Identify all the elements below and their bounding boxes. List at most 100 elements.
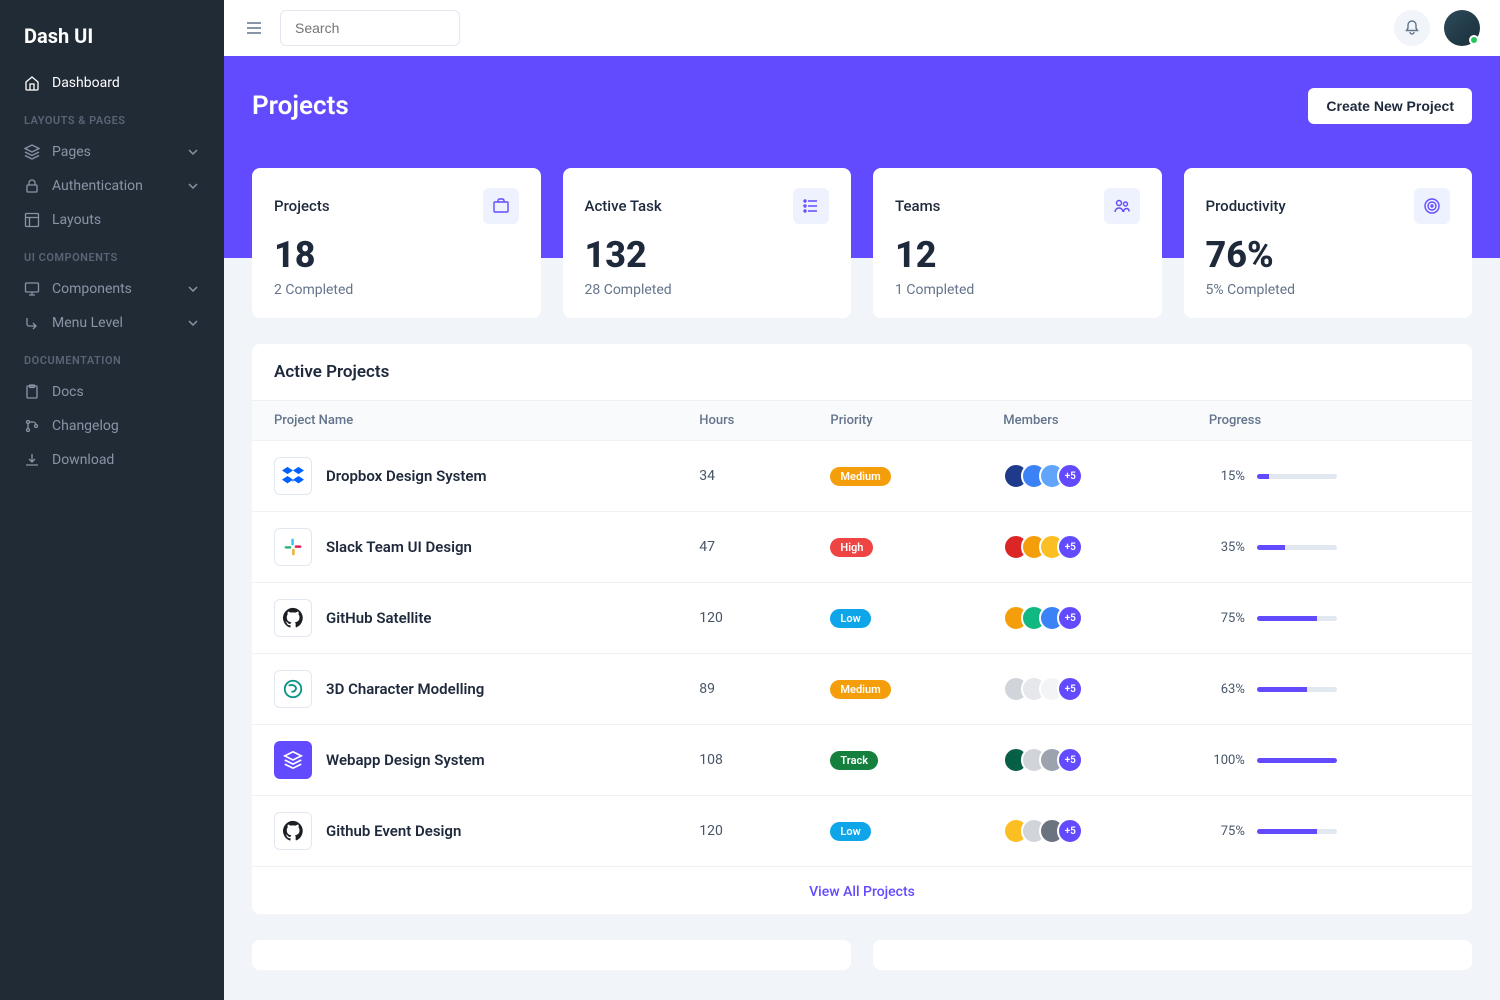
member-avatars: +5 <box>1003 747 1165 773</box>
create-project-button[interactable]: Create New Project <box>1308 88 1472 124</box>
project-hours: 47 <box>677 512 808 583</box>
git-icon <box>24 418 40 434</box>
stat-value: 18 <box>274 234 519 276</box>
stat-card: Productivity76%5% Completed <box>1184 168 1473 318</box>
more-members-badge[interactable]: +5 <box>1057 818 1083 844</box>
table-row[interactable]: Dropbox Design System34Medium+515% <box>252 441 1472 512</box>
download-icon <box>24 452 40 468</box>
view-all-projects-link[interactable]: View All Projects <box>809 884 915 900</box>
more-members-badge[interactable]: +5 <box>1057 534 1083 560</box>
project-name: GitHub Satellite <box>326 609 431 627</box>
stat-subtext: 28 Completed <box>585 282 830 298</box>
progress-percent: 100% <box>1209 753 1245 768</box>
clipboard-icon <box>24 384 40 400</box>
corner-down-icon <box>24 315 40 331</box>
project-name: Slack Team UI Design <box>326 538 472 556</box>
col-hours: Hours <box>677 401 808 441</box>
sidebar-item-label: Layouts <box>52 212 101 228</box>
progress-bar <box>1257 687 1337 692</box>
monitor-icon <box>24 281 40 297</box>
table-row[interactable]: Webapp Design System108Track+5100% <box>252 725 1472 796</box>
layers-icon <box>24 144 40 160</box>
stat-value: 12 <box>895 234 1140 276</box>
sidebar-item-docs[interactable]: Docs <box>0 375 224 409</box>
priority-badge: High <box>830 538 873 557</box>
member-avatars: +5 <box>1003 463 1165 489</box>
briefcase-icon <box>483 188 519 224</box>
stat-card: Active Task13228 Completed <box>563 168 852 318</box>
nav-section-layouts: LAYOUTS & PAGES <box>0 100 224 135</box>
table-row[interactable]: 3D Character Modelling89Medium+563% <box>252 654 1472 725</box>
progress-bar <box>1257 829 1337 834</box>
project-name: Webapp Design System <box>326 751 485 769</box>
priority-badge: Low <box>830 609 870 628</box>
more-members-badge[interactable]: +5 <box>1057 463 1083 489</box>
stat-label: Teams <box>895 197 940 215</box>
menu-toggle-icon[interactable] <box>244 18 264 38</box>
more-members-badge[interactable]: +5 <box>1057 605 1083 631</box>
member-avatars: +5 <box>1003 534 1165 560</box>
sidebar-item-download[interactable]: Download <box>0 443 224 477</box>
priority-badge: Low <box>830 822 870 841</box>
col-members: Members <box>981 401 1187 441</box>
layout-icon <box>24 212 40 228</box>
bottom-card-right <box>873 940 1472 970</box>
project-name: Dropbox Design System <box>326 467 487 485</box>
list-icon <box>793 188 829 224</box>
nav-section-docs: DOCUMENTATION <box>0 340 224 375</box>
project-hours: 34 <box>677 441 808 512</box>
member-avatars: +5 <box>1003 605 1165 631</box>
page-title: Projects <box>252 91 349 121</box>
stat-value: 132 <box>585 234 830 276</box>
stat-card: Teams 12 1 Completed <box>873 168 1162 318</box>
people-icon <box>1104 188 1140 224</box>
more-members-badge[interactable]: +5 <box>1057 676 1083 702</box>
more-members-badge[interactable]: +5 <box>1057 747 1083 773</box>
project-logo <box>274 457 312 495</box>
stat-label: Projects <box>274 197 330 215</box>
sidebar-item-dashboard[interactable]: Dashboard <box>0 66 224 100</box>
online-status-dot <box>1469 35 1479 45</box>
sidebar-item-menulevel[interactable]: Menu Level <box>0 306 224 340</box>
search-input[interactable] <box>280 10 460 46</box>
notifications-button[interactable] <box>1394 10 1430 46</box>
table-row[interactable]: GitHub Satellite120Low+575% <box>252 583 1472 654</box>
table-row[interactable]: Slack Team UI Design47High+535% <box>252 512 1472 583</box>
progress-percent: 75% <box>1209 824 1245 839</box>
priority-badge: Track <box>830 751 878 770</box>
project-logo <box>274 741 312 779</box>
project-name: Github Event Design <box>326 822 461 840</box>
project-logo <box>274 599 312 637</box>
sidebar-item-pages[interactable]: Pages <box>0 135 224 169</box>
sidebar-item-changelog[interactable]: Changelog <box>0 409 224 443</box>
member-avatars: +5 <box>1003 676 1165 702</box>
col-priority: Priority <box>808 401 981 441</box>
sidebar-item-components[interactable]: Components <box>0 272 224 306</box>
house-icon <box>24 75 40 91</box>
sidebar-item-layouts[interactable]: Layouts <box>0 203 224 237</box>
sidebar-item-label: Docs <box>52 384 84 400</box>
sidebar-item-label: Dashboard <box>52 75 120 91</box>
priority-badge: Medium <box>830 680 890 699</box>
sidebar-item-authentication[interactable]: Authentication <box>0 169 224 203</box>
projects-table: Project Name Hours Priority Members Prog… <box>252 400 1472 867</box>
sidebar-item-label: Pages <box>52 144 91 160</box>
sidebar: Dash UI Dashboard LAYOUTS & PAGES Pages … <box>0 0 224 1000</box>
user-menu[interactable] <box>1444 10 1480 46</box>
progress-bar <box>1257 474 1337 479</box>
sidebar-item-label: Changelog <box>52 418 119 434</box>
topbar <box>224 0 1500 56</box>
col-project-name: Project Name <box>252 401 677 441</box>
progress-percent: 75% <box>1209 611 1245 626</box>
project-name: 3D Character Modelling <box>326 680 484 698</box>
sidebar-item-label: Download <box>52 452 114 468</box>
nav-section-components: UI COMPONENTS <box>0 237 224 272</box>
sidebar-item-label: Components <box>52 281 132 297</box>
brand-logo[interactable]: Dash UI <box>0 18 224 66</box>
lock-icon <box>24 178 40 194</box>
stat-subtext: 5% Completed <box>1206 282 1451 298</box>
table-row[interactable]: Github Event Design120Low+575% <box>252 796 1472 867</box>
chevron-down-icon <box>186 282 200 296</box>
project-logo <box>274 812 312 850</box>
stat-subtext: 1 Completed <box>895 282 1140 298</box>
